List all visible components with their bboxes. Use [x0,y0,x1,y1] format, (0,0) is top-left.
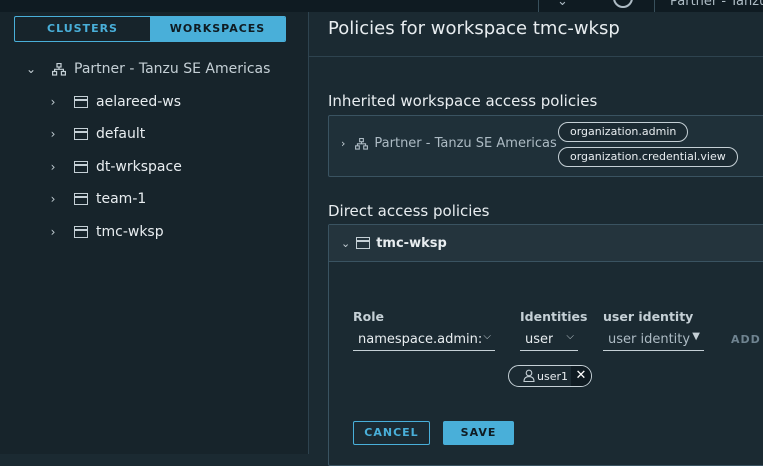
tree-item-workspace[interactable]: › default [46,118,146,150]
identities-select[interactable]: user ⌵ [520,328,578,351]
chevron-right-icon[interactable]: › [46,160,60,174]
user-identity-input[interactable]: user identity ▼ [603,328,704,351]
tab-workspaces[interactable]: WORKSPACES [150,17,285,41]
chevron-down-icon[interactable]: ⌄ [24,62,38,76]
identities-label: Identities [520,309,588,324]
chevron-right-icon[interactable]: › [341,137,345,150]
workspace-icon [74,226,88,238]
header-divider [538,0,539,12]
chevron-down-icon: ⌵ [566,331,574,342]
user-menu[interactable]: Partner - Tanzu [670,0,763,9]
tree-item-workspace[interactable]: › aelareed-ws [46,86,181,118]
header-divider [654,0,655,12]
tree-item-workspace[interactable]: › team-1 [46,183,147,215]
tree-item-workspace-selected[interactable]: › tmc-wksp [46,216,284,248]
chevron-right-icon[interactable]: › [46,192,60,206]
caret-down-icon: ▼ [692,331,700,342]
identities-value: user [525,331,554,347]
chevron-right-icon[interactable]: › [46,95,60,109]
chevron-down-icon[interactable]: ⌄ [341,237,350,250]
tab-clusters[interactable]: CLUSTERS [15,17,150,41]
direct-policy-header[interactable]: ⌄ tmc-wksp [329,225,763,262]
workspace-icon [356,237,371,249]
close-icon[interactable]: ✕ [571,366,591,386]
chevron-down-icon: ⌵ [483,331,491,342]
tree-item-label: team-1 [96,191,147,207]
workspace-icon [74,96,88,108]
page-title: Policies for workspace tmc-wksp [328,18,620,39]
cancel-button[interactable]: CANCEL [353,421,430,445]
user-icon [523,369,535,383]
tree-item-label: aelareed-ws [96,94,182,110]
role-badge: organization.credential.view [558,147,738,167]
chevron-right-icon[interactable]: › [46,225,60,239]
add-button[interactable]: ADD [731,333,761,346]
role-badge: organization.admin [558,122,689,142]
role-value: namespace.admin: [358,331,483,347]
sidebar: CLUSTERS WORKSPACES ⌄ Partner - Tanzu SE… [0,12,309,454]
tree-item-workspace[interactable]: › dt-wrkspace [46,151,182,183]
chevron-down-icon[interactable]: ⌄ [557,0,568,9]
inherited-org-label: Partner - Tanzu SE Americas [374,136,557,151]
workspace-icon [74,128,88,140]
tree-item-label: tmc-wksp [96,224,164,240]
chip-label: user1 [537,369,568,383]
org-icon [355,137,369,150]
user-identity-label: user identity [603,309,694,324]
tree-item-label: dt-wrkspace [96,159,182,175]
help-icon[interactable] [613,0,633,8]
inherited-heading: Inherited workspace access policies [328,92,598,110]
workspace-icon [74,161,88,173]
tree-item-label: default [96,126,146,142]
main-panel: Policies for workspace tmc-wksp Inherite… [309,12,763,466]
direct-workspace-name: tmc-wksp [376,235,447,251]
tree-item-org[interactable]: ⌄ Partner - Tanzu SE Americas [24,53,270,85]
org-icon [52,62,66,76]
tree-item-label: Partner - Tanzu SE Americas [74,61,271,77]
workspace-icon [74,193,88,205]
role-label: Role [353,309,384,324]
inherited-org-row[interactable]: › Partner - Tanzu SE Americas [341,136,557,151]
save-button[interactable]: SAVE [443,421,514,445]
inherited-policy-card: › Partner - Tanzu SE Americas organizati… [328,115,763,177]
direct-policy-card: ⌄ tmc-wksp Role namespace.admin: ⌵ Ident… [328,224,763,466]
divider [309,56,763,57]
role-select[interactable]: namespace.admin: ⌵ [353,328,495,351]
chevron-right-icon[interactable]: › [46,127,60,141]
direct-heading: Direct access policies [328,202,490,220]
view-toggle: CLUSTERS WORKSPACES [14,16,286,42]
user-identity-placeholder: user identity [608,331,691,347]
identity-chip: user1 ✕ [508,365,592,387]
top-header: ⌄ Partner - Tanzu [0,0,763,12]
